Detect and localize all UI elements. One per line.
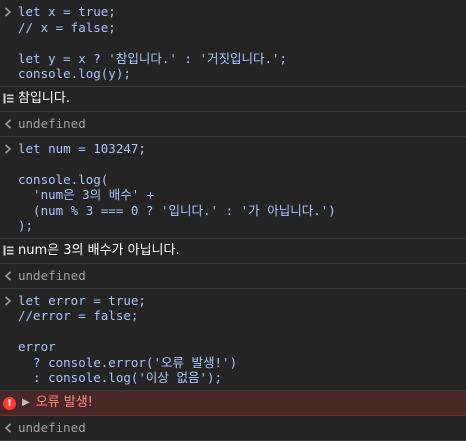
chevron-right-icon — [2, 4, 14, 20]
input-code: let error = true; //error = false; error… — [18, 292, 238, 386]
console-result-entry: undefined — [0, 416, 466, 441]
console-input-entry[interactable]: let num = 103247; console.log( 'num은 3의 … — [0, 137, 466, 239]
error-message-text: 오류 발생! — [35, 394, 93, 410]
result-value-text: undefined — [18, 115, 86, 131]
return-arrow-icon — [2, 116, 14, 132]
console-log: let x = true; // x = false; let y = x ? … — [0, 0, 466, 441]
input-code: let num = 103247; console.log( 'num은 3의 … — [18, 140, 336, 234]
console-input-entry[interactable]: let error = true; //error = false; error… — [0, 289, 466, 391]
console-result-entry: undefined — [0, 264, 466, 289]
result-value-text: undefined — [18, 267, 86, 283]
log-message-icon — [2, 91, 14, 107]
chevron-right-icon — [2, 141, 14, 157]
error-circle-icon: ! — [3, 396, 16, 410]
return-arrow-icon — [2, 420, 14, 436]
return-arrow-icon — [2, 268, 14, 284]
console-result-entry: undefined — [0, 112, 466, 137]
input-code: let x = true; // x = false; let y = x ? … — [18, 4, 288, 81]
log-message-text: num은 3의 배수가 아닙니다. — [18, 242, 180, 258]
log-message-text: 참입니다. — [18, 90, 70, 106]
result-value-text: undefined — [18, 419, 86, 435]
console-log-entry: num은 3의 배수가 아닙니다. — [0, 239, 466, 264]
console-input-entry[interactable]: let x = true; // x = false; let y = x ? … — [0, 0, 466, 87]
console-error-entry[interactable]: ! ▶ 오류 발생! — [0, 390, 466, 416]
chevron-right-icon — [2, 293, 14, 309]
log-message-icon — [2, 243, 14, 259]
console-log-entry: 참입니다. — [0, 87, 466, 112]
disclosure-triangle-icon[interactable]: ▶ — [22, 395, 30, 411]
